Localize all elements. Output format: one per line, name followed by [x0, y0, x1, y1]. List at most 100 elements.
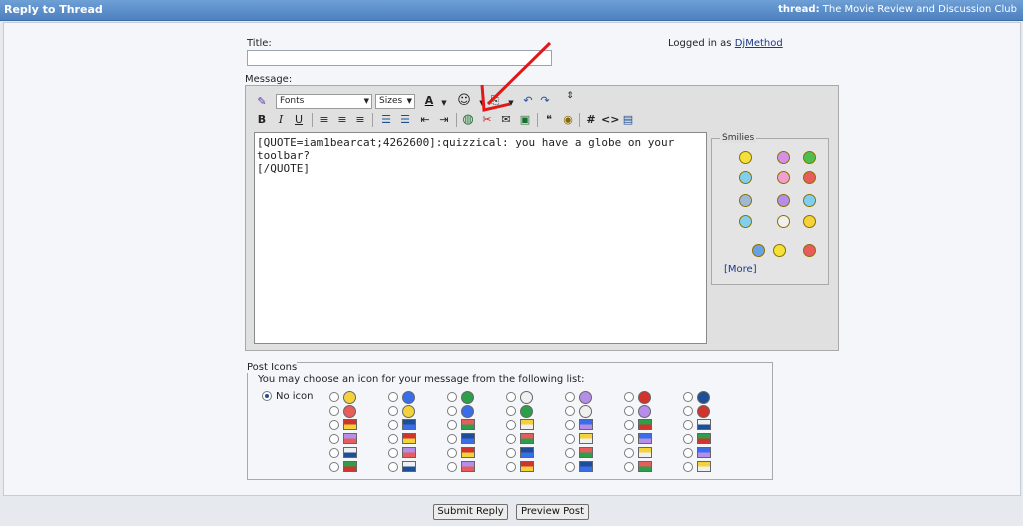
- font-select[interactable]: Fonts ▼: [276, 94, 372, 109]
- post-icon-radio[interactable]: [506, 448, 516, 458]
- post-icon-radio[interactable]: [624, 448, 634, 458]
- italic-icon[interactable]: I: [273, 112, 289, 128]
- smilie-icon[interactable]: [803, 244, 816, 257]
- post-icon-radio[interactable]: [388, 448, 398, 458]
- ordered-list-icon[interactable]: ☰: [378, 112, 394, 128]
- post-icon-radio[interactable]: [624, 392, 634, 402]
- post-icon-radio[interactable]: [565, 420, 575, 430]
- post-icon-radio[interactable]: [329, 420, 339, 430]
- unordered-list-icon[interactable]: ☰: [397, 112, 413, 128]
- smilie-icon[interactable]: [777, 194, 790, 207]
- post-icon-radio[interactable]: [506, 462, 516, 472]
- code-hash-icon[interactable]: #: [583, 112, 599, 128]
- underline-icon[interactable]: U: [291, 112, 307, 128]
- preview-post-button[interactable]: Preview Post: [516, 504, 589, 520]
- post-icon-flag-icon: [520, 433, 534, 444]
- font-color-icon[interactable]: A: [421, 93, 437, 109]
- post-icon-radio[interactable]: [624, 434, 634, 444]
- post-icon-radio[interactable]: [447, 420, 457, 430]
- post-icon-radio[interactable]: [683, 462, 693, 472]
- post-icon-flag-icon: [638, 461, 652, 472]
- post-icon-radio[interactable]: [329, 448, 339, 458]
- post-icon-radio[interactable]: [506, 406, 516, 416]
- size-select-arrow-icon: ▼: [406, 97, 412, 105]
- post-icon-radio[interactable]: [506, 392, 516, 402]
- post-icon-face-icon: [461, 391, 474, 404]
- smilie-icon[interactable]: [803, 215, 816, 228]
- post-icon-radio[interactable]: [506, 420, 516, 430]
- post-icon-radio[interactable]: [329, 392, 339, 402]
- smilies-legend: Smilies: [720, 133, 757, 143]
- php-code-icon[interactable]: ▤: [620, 112, 636, 128]
- post-icon-radio[interactable]: [388, 462, 398, 472]
- font-color-arrow-icon[interactable]: ▼: [436, 95, 452, 111]
- bold-icon[interactable]: B: [254, 112, 270, 128]
- submit-reply-button[interactable]: Submit Reply: [433, 504, 508, 520]
- smilie-icon[interactable]: [777, 171, 790, 184]
- smilie-icon[interactable]: [739, 215, 752, 228]
- post-icon-flag-icon: [461, 447, 475, 458]
- smilie-icon[interactable]: [752, 244, 765, 257]
- thread-info: thread: The Movie Review and Discussion …: [778, 4, 1017, 15]
- post-icon-face-icon: [520, 391, 533, 404]
- indent-icon[interactable]: ⇥: [436, 112, 452, 128]
- post-icon-radio[interactable]: [329, 462, 339, 472]
- align-left-icon[interactable]: ≡: [316, 112, 332, 128]
- post-icon-radio[interactable]: [388, 420, 398, 430]
- no-icon-label: No icon: [276, 391, 314, 402]
- post-icon-radio[interactable]: [329, 434, 339, 444]
- smilie-icon[interactable]: [777, 151, 790, 164]
- no-icon-radio[interactable]: [262, 391, 272, 401]
- post-icon-radio[interactable]: [388, 406, 398, 416]
- post-icon-radio[interactable]: [565, 406, 575, 416]
- post-icon-radio[interactable]: [565, 434, 575, 444]
- post-icon-radio[interactable]: [683, 434, 693, 444]
- post-icon-radio[interactable]: [683, 420, 693, 430]
- post-icon-radio[interactable]: [388, 434, 398, 444]
- spoiler-icon[interactable]: ◉: [560, 112, 576, 128]
- post-icon-flag-icon: [402, 419, 416, 430]
- post-icon-radio[interactable]: [388, 392, 398, 402]
- post-icon-radio[interactable]: [447, 434, 457, 444]
- align-center-icon[interactable]: ≡: [334, 112, 350, 128]
- post-icon-face-icon: [402, 391, 415, 404]
- smilie-icon[interactable]: [777, 215, 790, 228]
- post-icon-radio[interactable]: [447, 406, 457, 416]
- post-icon-radio[interactable]: [565, 392, 575, 402]
- smilie-icon[interactable]: [803, 194, 816, 207]
- smilie-icon[interactable]: [739, 194, 752, 207]
- align-right-icon[interactable]: ≡: [352, 112, 368, 128]
- username-link[interactable]: DjMethod: [735, 38, 783, 49]
- post-icon-radio[interactable]: [683, 392, 693, 402]
- post-icon-flag-icon: [579, 461, 593, 472]
- message-textarea[interactable]: [QUOTE=iam1bearcat;4262600]:quizzical: y…: [254, 132, 707, 344]
- post-icon-radio[interactable]: [683, 406, 693, 416]
- post-icon-face-icon: [343, 405, 356, 418]
- smilie-icon[interactable]: [739, 171, 752, 184]
- more-smilies-link[interactable]: [More]: [724, 264, 757, 275]
- size-select[interactable]: Sizes ▼: [375, 94, 415, 109]
- resize-icon[interactable]: ⇕: [562, 92, 578, 108]
- post-icon-flag-icon: [638, 447, 652, 458]
- post-icon-radio[interactable]: [683, 448, 693, 458]
- post-icon-radio[interactable]: [506, 434, 516, 444]
- post-icon-radio[interactable]: [565, 448, 575, 458]
- title-label: Title:: [247, 38, 272, 49]
- switch-mode-icon[interactable]: ✎: [254, 94, 270, 110]
- post-icon-radio[interactable]: [624, 462, 634, 472]
- smilie-icon[interactable]: [803, 151, 816, 164]
- post-icon-radio[interactable]: [624, 420, 634, 430]
- smilie-icon[interactable]: [739, 151, 752, 164]
- outdent-icon[interactable]: ⇤: [417, 112, 433, 128]
- toolbar-separator: [312, 113, 313, 127]
- post-icon-radio[interactable]: [565, 462, 575, 472]
- html-code-icon[interactable]: <>: [601, 112, 619, 128]
- post-icon-radio[interactable]: [447, 392, 457, 402]
- post-icon-radio[interactable]: [447, 448, 457, 458]
- post-icon-radio[interactable]: [329, 406, 339, 416]
- post-icon-radio[interactable]: [447, 462, 457, 472]
- smilie-icon[interactable]: [773, 244, 786, 257]
- post-icon-radio[interactable]: [624, 406, 634, 416]
- arrow-shaft: [486, 41, 552, 106]
- smilie-icon[interactable]: [803, 171, 816, 184]
